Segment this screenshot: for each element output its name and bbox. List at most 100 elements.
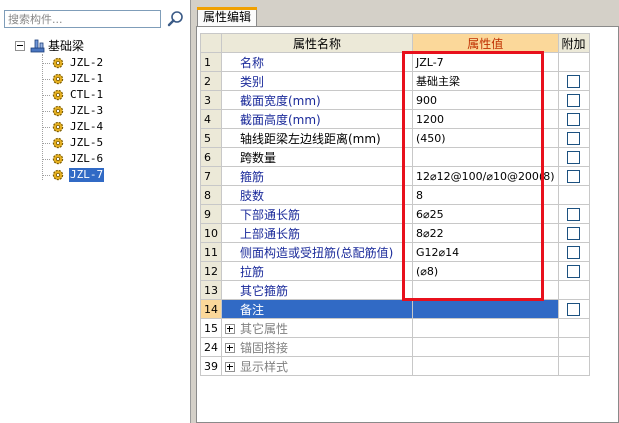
- tree-item-label: JZL-5: [70, 136, 104, 149]
- property-name: 名称: [221, 52, 413, 72]
- tree-root-label: 基础梁: [48, 39, 85, 53]
- table-row-selected[interactable]: 14 备注: [200, 299, 590, 319]
- property-value[interactable]: 12⌀12@100/⌀10@200(8): [412, 166, 559, 186]
- property-name: 下部通长筋: [221, 204, 413, 224]
- group-row[interactable]: 15 其它属性: [200, 318, 590, 338]
- row-number: 8: [200, 185, 222, 205]
- property-name: 箍筋: [221, 166, 413, 186]
- search-icon[interactable]: [166, 9, 186, 29]
- row-number: 15: [200, 318, 222, 338]
- table-row[interactable]: 4 截面高度(mm) 1200: [200, 109, 590, 129]
- tree-item[interactable]: CTL-1: [42, 87, 104, 103]
- property-name: 轴线距梁左边线距离(mm): [221, 128, 413, 148]
- search-input[interactable]: [5, 11, 161, 27]
- extra-checkbox[interactable]: [567, 245, 581, 259]
- gear-icon: [52, 73, 64, 85]
- row-number: 3: [200, 90, 222, 110]
- property-value[interactable]: 基础主梁: [412, 71, 559, 91]
- property-name: 侧面构造或受扭筋(总配筋值): [221, 242, 413, 262]
- property-value[interactable]: 6⌀25: [412, 204, 559, 224]
- row-number: 39: [200, 356, 222, 376]
- property-value[interactable]: [412, 147, 559, 167]
- table-row[interactable]: 3 截面宽度(mm) 900: [200, 90, 590, 110]
- gear-icon: [52, 89, 64, 101]
- property-value[interactable]: 8: [412, 185, 559, 205]
- property-value[interactable]: [412, 280, 559, 300]
- tree-item-label: JZL-6: [70, 152, 104, 165]
- tree-item[interactable]: JZL-1: [42, 71, 104, 87]
- gear-icon: [52, 105, 64, 117]
- property-value[interactable]: (450): [412, 128, 559, 148]
- row-number: 5: [200, 128, 222, 148]
- table-row[interactable]: 10 上部通长筋 8⌀22: [200, 223, 590, 243]
- gear-icon: [52, 169, 64, 181]
- tree-item-selected[interactable]: JZL-7: [42, 167, 106, 183]
- property-name: 肢数: [221, 185, 413, 205]
- extra-checkbox[interactable]: [567, 226, 581, 240]
- tree-item-label: JZL-2: [70, 56, 104, 69]
- expand-icon[interactable]: [225, 362, 235, 372]
- component-tree-panel: 基础梁 JZL-2 JZL-1 CTL-1 JZL-3 JZL-4: [0, 0, 191, 423]
- property-table: 属性名称 属性值 附加 1 名称 JZL-7 2 类别 基础主梁 3 截面宽度(…: [200, 33, 590, 376]
- extra-checkbox[interactable]: [567, 302, 581, 316]
- search-field[interactable]: [4, 10, 161, 28]
- property-value[interactable]: JZL-7: [412, 52, 559, 72]
- column-header-extra[interactable]: 附加: [557, 33, 590, 53]
- gear-icon: [52, 153, 64, 165]
- table-row[interactable]: 12 拉筋 (⌀8): [200, 261, 590, 281]
- table-row[interactable]: 11 侧面构造或受扭筋(总配筋值) G12⌀14: [200, 242, 590, 262]
- expand-icon[interactable]: [225, 324, 235, 334]
- extra-checkbox[interactable]: [567, 112, 581, 126]
- property-value[interactable]: 900: [412, 90, 559, 110]
- property-value[interactable]: 8⌀22: [412, 223, 559, 243]
- row-number: 6: [200, 147, 222, 167]
- table-row[interactable]: 5 轴线距梁左边线距离(mm) (450): [200, 128, 590, 148]
- tree-item-label: CTL-1: [70, 88, 104, 101]
- group-label: 其它属性: [240, 321, 289, 336]
- row-number: 13: [200, 280, 222, 300]
- table-row[interactable]: 8 肢数 8: [200, 185, 590, 205]
- table-row[interactable]: 9 下部通长筋 6⌀25: [200, 204, 590, 224]
- extra-checkbox[interactable]: [567, 93, 581, 107]
- tree-item[interactable]: JZL-6: [42, 151, 104, 167]
- table-row[interactable]: 13 其它箍筋: [200, 280, 590, 300]
- column-header-name[interactable]: 属性名称: [221, 33, 413, 53]
- tree-root-node[interactable]: 基础梁: [15, 38, 84, 54]
- tree-item[interactable]: JZL-3: [42, 103, 104, 119]
- column-header-value[interactable]: 属性值: [412, 33, 559, 53]
- group-row[interactable]: 39 显示样式: [200, 356, 590, 376]
- property-grid: 属性名称 属性值 附加 1 名称 JZL-7 2 类别 基础主梁 3 截面宽度(…: [196, 26, 619, 423]
- table-row[interactable]: 1 名称 JZL-7: [200, 52, 590, 72]
- property-value[interactable]: [412, 299, 559, 319]
- row-number: 1: [200, 52, 222, 72]
- row-number: 4: [200, 109, 222, 129]
- extra-checkbox[interactable]: [567, 207, 581, 221]
- property-name: 备注: [221, 299, 413, 319]
- extra-checkbox[interactable]: [567, 169, 581, 183]
- expand-icon[interactable]: [225, 343, 235, 353]
- extra-checkbox[interactable]: [567, 131, 581, 145]
- property-value[interactable]: G12⌀14: [412, 242, 559, 262]
- table-row[interactable]: 7 箍筋 12⌀12@100/⌀10@200(8): [200, 166, 590, 186]
- collapse-icon[interactable]: [15, 41, 25, 51]
- group-row[interactable]: 24 锚固搭接: [200, 337, 590, 357]
- tree-item[interactable]: JZL-2: [42, 55, 104, 71]
- property-value[interactable]: (⌀8): [412, 261, 559, 281]
- table-row[interactable]: 6 跨数量: [200, 147, 590, 167]
- table-row[interactable]: 2 类别 基础主梁: [200, 71, 590, 91]
- extra-checkbox[interactable]: [567, 264, 581, 278]
- tree-item[interactable]: JZL-4: [42, 119, 104, 135]
- tree-item[interactable]: JZL-5: [42, 135, 104, 151]
- tree-item-label: JZL-1: [70, 72, 104, 85]
- extra-checkbox[interactable]: [567, 150, 581, 164]
- gear-icon: [52, 57, 64, 69]
- group-label: 显示样式: [240, 359, 289, 374]
- tab-property-editor[interactable]: 属性编辑: [197, 7, 257, 26]
- property-value[interactable]: 1200: [412, 109, 559, 129]
- property-name: 上部通长筋: [221, 223, 413, 243]
- extra-checkbox[interactable]: [567, 74, 581, 88]
- property-name: 跨数量: [221, 147, 413, 167]
- property-name: 类别: [221, 71, 413, 91]
- foundation-beam-icon: [30, 39, 45, 53]
- gear-icon: [52, 121, 64, 133]
